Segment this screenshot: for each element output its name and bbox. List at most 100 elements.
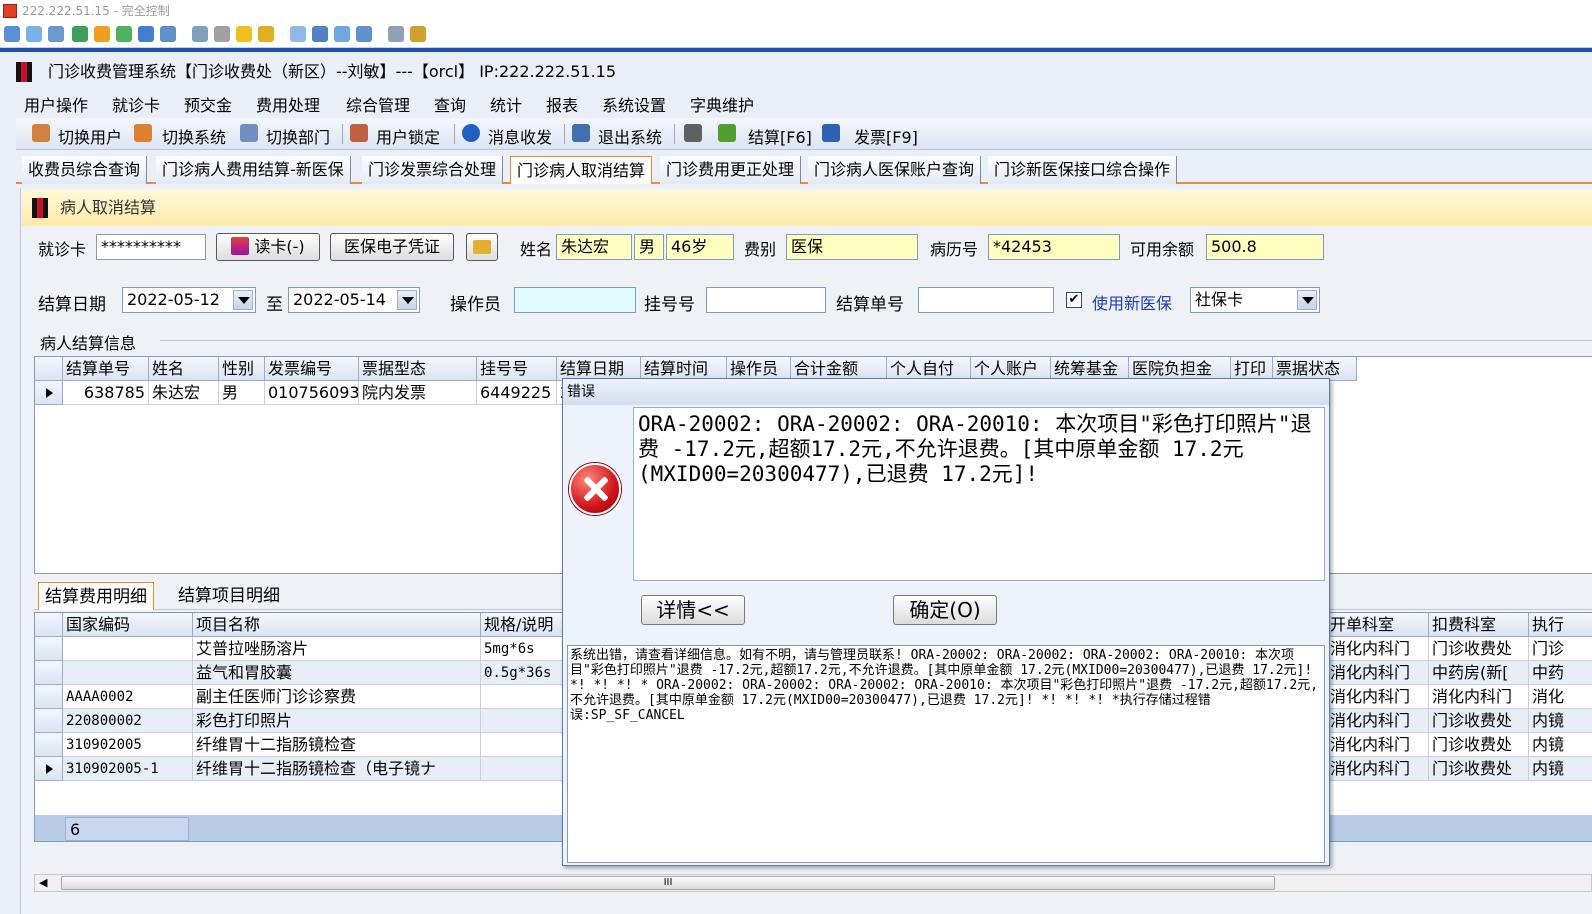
- table-cell[interactable]: 门诊收费处: [1429, 757, 1529, 781]
- remote-tool-icon[interactable]: [48, 26, 64, 42]
- invoice-button[interactable]: 发票[F9]: [854, 124, 918, 148]
- menu-item[interactable]: 字典维护: [690, 92, 754, 116]
- remote-tool-icon[interactable]: [290, 26, 306, 42]
- remote-tool-icon[interactable]: [236, 26, 252, 42]
- row-header[interactable]: [35, 637, 63, 661]
- table-cell[interactable]: 中药房(新[: [1429, 661, 1529, 685]
- table-cell[interactable]: 艾普拉唑肠溶片: [193, 637, 481, 661]
- menu-item[interactable]: 预交金: [184, 92, 232, 116]
- table-cell[interactable]: 纤维胃十二指肠镜检查: [193, 733, 481, 757]
- settle-no-input[interactable]: [918, 287, 1054, 313]
- row-header[interactable]: [35, 381, 63, 405]
- remote-tool-icon[interactable]: [4, 26, 20, 42]
- tab-fee-correction[interactable]: 门诊费用更正处理: [660, 156, 802, 184]
- lock-user-button[interactable]: 用户锁定: [376, 124, 440, 148]
- card-type-select[interactable]: 社保卡: [1190, 287, 1320, 313]
- table-cell[interactable]: 中药: [1529, 661, 1592, 685]
- table-cell[interactable]: 310902005-1: [63, 757, 193, 781]
- menu-item[interactable]: 综合管理: [346, 92, 410, 116]
- menu-item[interactable]: 统计: [490, 92, 522, 116]
- menu-item[interactable]: 系统设置: [602, 92, 666, 116]
- read-card-button[interactable]: 读卡(-): [216, 233, 320, 261]
- remote-tool-icon[interactable]: [94, 26, 110, 42]
- switch-user-icon[interactable]: [32, 124, 50, 142]
- lock-user-icon[interactable]: [350, 124, 368, 142]
- new-insurance-checkbox[interactable]: ✔: [1066, 292, 1082, 308]
- remote-tool-icon[interactable]: [26, 26, 42, 42]
- tab-cancel-settlement[interactable]: 门诊病人取消结算: [510, 156, 653, 184]
- row-header[interactable]: [35, 661, 63, 685]
- card-input[interactable]: **********: [96, 234, 206, 260]
- menu-item[interactable]: 费用处理: [256, 92, 320, 116]
- table-cell[interactable]: [481, 709, 571, 733]
- row-header[interactable]: [35, 733, 63, 757]
- table-cell[interactable]: 消化内科门: [1327, 733, 1429, 757]
- new-insurance-label[interactable]: 使用新医保: [1092, 290, 1172, 314]
- message-button[interactable]: 消息收发: [488, 124, 552, 148]
- edit-icon[interactable]: [684, 124, 702, 142]
- table-cell[interactable]: AAAA0002: [63, 685, 193, 709]
- switch-dept-button[interactable]: 切换部门: [266, 124, 330, 148]
- table-cell[interactable]: 内镜: [1529, 709, 1592, 733]
- table-cell[interactable]: 消化内科门: [1327, 637, 1429, 661]
- tab-invoice-process[interactable]: 门诊发票综合处理: [362, 156, 504, 184]
- reg-input[interactable]: [706, 287, 826, 313]
- table-cell[interactable]: 0.5g*36s: [481, 661, 571, 685]
- remote-tool-icon[interactable]: [214, 26, 230, 42]
- table-cell[interactable]: 消化内科门: [1327, 757, 1429, 781]
- table-cell[interactable]: 消化内科门: [1429, 685, 1529, 709]
- clear-button[interactable]: [466, 233, 498, 261]
- chevron-down-icon[interactable]: [397, 290, 417, 310]
- col-header[interactable]: 规格/说明: [481, 613, 571, 637]
- switch-user-button[interactable]: 切换用户: [58, 124, 122, 148]
- table-cell[interactable]: 010756093: [265, 381, 359, 405]
- invoice-icon[interactable]: [822, 124, 840, 142]
- table-cell[interactable]: 门诊收费处: [1429, 709, 1529, 733]
- remote-tool-icon[interactable]: [72, 26, 88, 42]
- remote-tool-icon[interactable]: [388, 26, 404, 42]
- details-button[interactable]: 详情<<: [641, 595, 745, 625]
- dialog-titlebar[interactable]: 错误: [563, 379, 1329, 405]
- table-cell[interactable]: 内镜: [1529, 733, 1592, 757]
- row-header[interactable]: [35, 709, 63, 733]
- table-cell[interactable]: [63, 661, 193, 685]
- tab-item-detail[interactable]: 结算项目明细: [172, 582, 286, 610]
- col-header[interactable]: 结算单号: [63, 357, 149, 381]
- settle-button[interactable]: 结算[F6]: [748, 124, 812, 148]
- remote-tool-icon[interactable]: [334, 26, 350, 42]
- chevron-down-icon[interactable]: [233, 290, 253, 310]
- col-header[interactable]: 执行: [1529, 613, 1592, 637]
- menu-item[interactable]: 用户操作: [24, 92, 88, 116]
- table-cell[interactable]: 内镜: [1529, 757, 1592, 781]
- table-cell[interactable]: 310902005: [63, 733, 193, 757]
- table-cell[interactable]: 638785: [63, 381, 149, 405]
- table-cell[interactable]: 门诊: [1529, 637, 1592, 661]
- col-header[interactable]: 项目名称: [193, 613, 481, 637]
- remote-tool-icon[interactable]: [410, 26, 426, 42]
- operator-input[interactable]: [514, 287, 636, 313]
- col-header[interactable]: 国家编码: [63, 613, 193, 637]
- table-cell[interactable]: 副主任医师门诊诊察费: [193, 685, 481, 709]
- table-cell[interactable]: 220800002: [63, 709, 193, 733]
- table-cell[interactable]: 彩色打印照片: [193, 709, 481, 733]
- menu-item[interactable]: 报表: [546, 92, 578, 116]
- medical-cert-button[interactable]: 医保电子凭证: [330, 233, 454, 261]
- col-header[interactable]: 挂号号: [477, 357, 557, 381]
- table-cell[interactable]: 6449225: [477, 381, 557, 405]
- switch-system-button[interactable]: 切换系统: [162, 124, 226, 148]
- table-cell[interactable]: 消化内科门: [1327, 685, 1429, 709]
- col-header[interactable]: 扣费科室: [1429, 613, 1529, 637]
- row-header[interactable]: [35, 757, 63, 781]
- switch-dept-icon[interactable]: [240, 124, 258, 142]
- col-header[interactable]: 票据型态: [359, 357, 477, 381]
- ok-button[interactable]: 确定(O): [893, 595, 997, 625]
- horizontal-scrollbar[interactable]: ◀ III: [34, 874, 1592, 892]
- table-cell[interactable]: 益气和胃胶囊: [193, 661, 481, 685]
- remote-tool-icon[interactable]: [116, 26, 132, 42]
- settle-icon[interactable]: [718, 124, 736, 142]
- col-header[interactable]: 发票编号: [265, 357, 359, 381]
- table-cell[interactable]: 消化: [1529, 685, 1592, 709]
- remote-tool-icon[interactable]: [160, 26, 176, 42]
- tab-insurance-account-query[interactable]: 门诊病人医保账户查询: [808, 156, 982, 184]
- table-cell[interactable]: 5mg*6s: [481, 637, 571, 661]
